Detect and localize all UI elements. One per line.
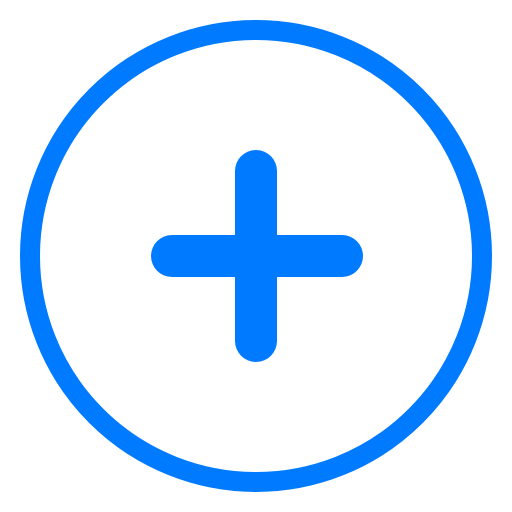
canvas [0, 0, 512, 512]
add-button[interactable] [0, 0, 512, 512]
plus-circle-icon [20, 20, 492, 492]
